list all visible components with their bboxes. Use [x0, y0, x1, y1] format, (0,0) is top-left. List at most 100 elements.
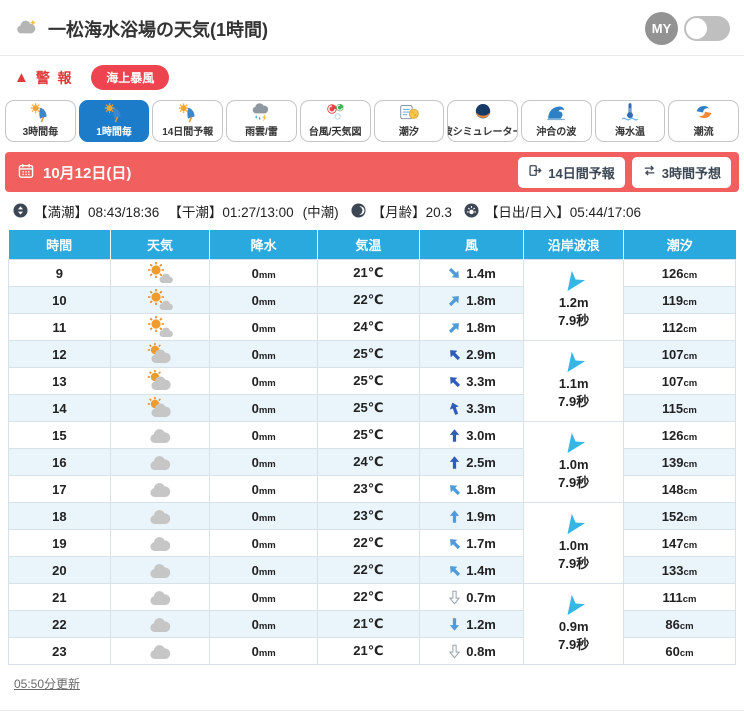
column-header: 天気	[110, 230, 211, 260]
wave-cell: 1.0m 7.9秒	[523, 421, 624, 503]
tide-cell: 60cm	[623, 637, 736, 665]
wind-direction-arrow-icon	[450, 376, 461, 387]
table-body: 9 0mm 21℃ 1.4m 1.2m 7.9秒 126cm 10 0mm 22℃ 1.8m 119c…	[8, 259, 736, 665]
warning-icon: ▲︎​	[14, 69, 29, 86]
weather-cell	[109, 502, 211, 530]
tab-8[interactable]: 沖合の波	[520, 100, 592, 142]
wind-direction-arrow-icon	[448, 644, 461, 659]
temp-cell: 25℃	[316, 394, 420, 422]
column-header: 潮汐	[623, 230, 736, 260]
tab-10[interactable]: 潮流	[668, 100, 740, 142]
tide-cell: 119cm	[623, 286, 736, 314]
table-row: 17 0mm 23℃ 1.8m 148cm	[8, 475, 736, 503]
tide-info-row: 【満潮】08:43/18:36 【干潮】01:27/13:00 (中潮) 【月齢…	[0, 192, 744, 228]
temp-cell: 22℃	[316, 286, 420, 314]
weather-cell	[109, 421, 211, 449]
tab-bar: 3時間毎 1時間毎 14日間予報 雨雲/雷 台風/天気図 潮汐 波シミュレーター 沖合の波 海水…	[0, 96, 744, 148]
time-cell: 9	[8, 259, 111, 287]
swap-icon	[642, 163, 657, 181]
date-bar: 10月12日(日) 14日間予報 3時間予想	[5, 152, 739, 192]
cloudy-icon	[111, 585, 210, 609]
wind-direction-arrow-icon	[448, 590, 461, 605]
precip-cell: 0mm	[209, 448, 318, 476]
cloudy-icon	[111, 477, 210, 501]
table-row: 19 0mm 22℃ 1.7m 147cm	[8, 529, 736, 557]
wind-cell: 1.8m	[418, 313, 525, 341]
tab-3[interactable]: 14日間予報	[152, 100, 224, 142]
tab-label: 台風/天気図	[308, 127, 362, 138]
forecast-sun-umbrella-icon	[28, 102, 52, 123]
wind-cell: 1.2m	[418, 610, 525, 638]
time-cell: 13	[8, 367, 111, 395]
precip-cell: 0mm	[209, 475, 318, 503]
weather-cell	[109, 556, 211, 584]
table-row: 9 0mm 21℃ 1.4m 1.2m 7.9秒 126cm	[8, 259, 736, 341]
wave-cell: 1.0m 7.9秒	[523, 502, 624, 584]
tab-5[interactable]: 台風/天気図	[299, 100, 371, 142]
forecast-sun-umbrella-icon	[176, 102, 200, 123]
tab-4[interactable]: 雨雲/雷	[226, 100, 297, 142]
precip-cell: 0mm	[209, 556, 318, 584]
updated-link[interactable]: 05:50分更新	[14, 677, 80, 691]
cloudy-icon	[111, 423, 210, 447]
tab-2[interactable]: 1時間毎	[78, 100, 150, 142]
page-footer: 05:50分更新	[0, 665, 744, 711]
wave-direction-arrow-icon	[567, 595, 586, 616]
wind-cell: 3.0m	[418, 421, 525, 449]
cloud-sun-icon	[111, 369, 210, 393]
tab-7[interactable]: 波シミュレーター	[447, 100, 518, 142]
wind-cell: 1.4m	[418, 259, 525, 287]
tide-cell: 152cm	[623, 502, 736, 530]
weather-cell	[109, 529, 211, 557]
table-row: 20 0mm 22℃ 1.4m 133cm	[8, 556, 736, 584]
time-cell: 18	[8, 502, 111, 530]
table-row: 11 0mm 24℃ 1.8m 112cm	[8, 313, 736, 341]
forecast-14d-button[interactable]: 14日間予報	[518, 156, 625, 188]
time-cell: 20	[8, 556, 111, 584]
time-cell: 17	[8, 475, 111, 503]
tab-9[interactable]: 海水温	[594, 100, 666, 142]
wind-cell: 0.7m	[418, 583, 525, 611]
forecast-sun-umbrella-icon	[102, 102, 126, 123]
tab-label: 14日間予報	[162, 127, 214, 138]
forecast-14d-button-label: 14日間予報	[548, 165, 615, 181]
tab-label: 波シミュレーター	[448, 127, 517, 138]
wind-direction-arrow-icon	[450, 484, 461, 495]
tab-label: 1時間毎	[96, 127, 132, 138]
wind-cell: 2.9m	[418, 340, 525, 368]
wave-height: 1.2m	[558, 295, 589, 311]
current-icon	[692, 102, 716, 123]
precip-cell: 0mm	[209, 637, 318, 665]
table-row: 23 0mm 21℃ 0.8m 60cm	[8, 637, 736, 665]
table-header-row: 時間 天気 降水 気温風沿岸波浪 潮汐	[8, 230, 736, 260]
tab-label: 潮汐	[398, 127, 419, 138]
warning-badge[interactable]: 海上暴風	[91, 65, 170, 90]
column-header: 風	[419, 230, 525, 260]
time-cell: 11	[8, 313, 111, 341]
tab-6[interactable]: 潮汐	[373, 100, 445, 142]
wave-height: 1.1m	[558, 376, 589, 392]
tab-label: 海水温	[614, 127, 645, 138]
tide-cell: 148cm	[623, 475, 736, 503]
cloudy-icon	[111, 558, 210, 582]
tide-cell: 111cm	[623, 583, 736, 611]
calendar-icon	[17, 162, 35, 183]
wave-period: 7.9秒	[558, 474, 590, 490]
temp-cell: 22℃	[316, 583, 420, 611]
my-toggle[interactable]	[684, 16, 730, 41]
tide-cell: 115cm	[623, 394, 736, 422]
time-cell: 14	[8, 394, 111, 422]
table-row: 18 0mm 23℃ 1.9m 1.0m 7.9秒 152cm	[8, 502, 736, 584]
my-button[interactable]: MY	[645, 12, 678, 45]
table-row: 16 0mm 24℃ 2.5m 139cm	[8, 448, 736, 476]
cloud-sun-icon	[111, 396, 210, 420]
tab-1[interactable]: 3時間毎	[5, 100, 76, 142]
wave-cell: 1.1m 7.9秒	[523, 340, 624, 422]
toggle-knob	[686, 18, 707, 39]
date-label: 10月12日(日)	[43, 164, 132, 182]
cloudy-icon	[111, 531, 210, 555]
table-row: 12 0mm 25℃ 2.9m 1.1m 7.9秒 107cm	[8, 340, 736, 422]
wind-cell: 1.9m	[418, 502, 525, 530]
wind-cell: 2.5m	[418, 448, 525, 476]
forecast-3h-button[interactable]: 3時間予想	[631, 156, 731, 188]
